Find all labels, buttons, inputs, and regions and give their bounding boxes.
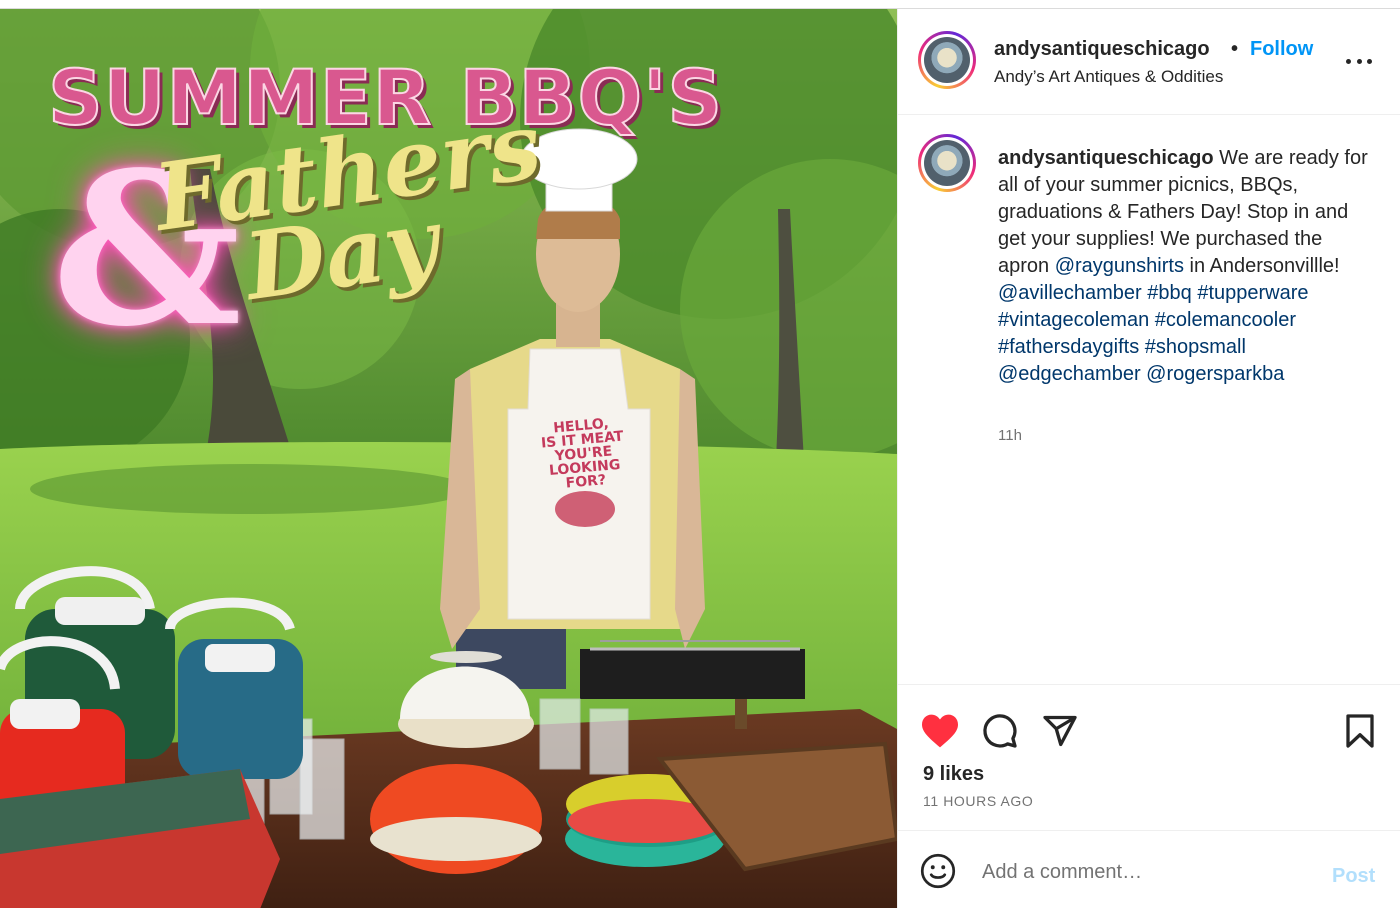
smiley-icon[interactable] <box>920 853 956 889</box>
instagram-post: SUMMER BBQ'S & Fathers Day HELLO, IS IT … <box>0 8 1400 908</box>
action-bar: 9 likes 11 HOURS AGO <box>898 684 1400 830</box>
caption-timestamp[interactable]: 11h <box>998 427 1022 444</box>
mention-link[interactable]: @raygunshirts <box>1055 255 1184 277</box>
comment-box: Post <box>898 830 1400 908</box>
more-horizontal-icon[interactable] <box>1346 59 1372 65</box>
hashtag-link[interactable]: #vintagecoleman <box>998 309 1149 331</box>
caption-avatar[interactable] <box>918 134 976 192</box>
likes-count[interactable]: 9 likes <box>923 763 984 786</box>
send-icon[interactable] <box>1042 713 1078 749</box>
comment-icon[interactable] <box>982 713 1018 749</box>
heart-filled-icon[interactable] <box>920 713 960 749</box>
mention-link[interactable]: @avillechamber <box>998 282 1142 304</box>
post-sidebar: andysantiqueschicago • Follow Andy’s Art… <box>897 9 1400 908</box>
post-time-ago[interactable]: 11 HOURS AGO <box>923 793 1033 809</box>
comment-input[interactable] <box>982 857 1312 887</box>
bookmark-icon[interactable] <box>1344 713 1376 749</box>
avatar-image <box>924 37 970 83</box>
header-subtitle[interactable]: Andy’s Art Antiques & Oddities <box>994 67 1223 87</box>
avatar-image <box>924 140 970 186</box>
follow-button[interactable]: Follow <box>1250 38 1313 61</box>
header-username[interactable]: andysantiqueschicago <box>994 38 1210 61</box>
post-header: andysantiqueschicago • Follow Andy’s Art… <box>898 9 1400 115</box>
mention-link[interactable]: @edgechamber <box>998 363 1141 385</box>
hashtag-link[interactable]: #fathersdaygifts <box>998 336 1139 358</box>
caption-body: in Andersonvillle! <box>1183 255 1340 277</box>
post-photo[interactable]: SUMMER BBQ'S & Fathers Day HELLO, IS IT … <box>0 9 897 908</box>
hashtag-link[interactable]: #bbq <box>1147 282 1192 304</box>
post-comment-button[interactable]: Post <box>1332 865 1375 888</box>
hashtag-link[interactable]: #shopsmall <box>1145 336 1246 358</box>
mention-link[interactable]: @rogersparkba <box>1146 363 1284 385</box>
header-separator: • <box>1231 38 1239 60</box>
avatar[interactable] <box>918 31 976 89</box>
hashtag-link[interactable]: #tupperware <box>1197 282 1308 304</box>
post-caption: andysantiqueschicago We are ready for al… <box>898 116 1400 686</box>
apron-print: HELLO, IS IT MEAT YOU'RE LOOKING FOR? <box>533 415 634 493</box>
caption-text: andysantiqueschicago We are ready for al… <box>998 145 1368 388</box>
hashtag-link[interactable]: #colemancooler <box>1155 309 1296 331</box>
caption-username[interactable]: andysantiqueschicago <box>998 147 1214 169</box>
